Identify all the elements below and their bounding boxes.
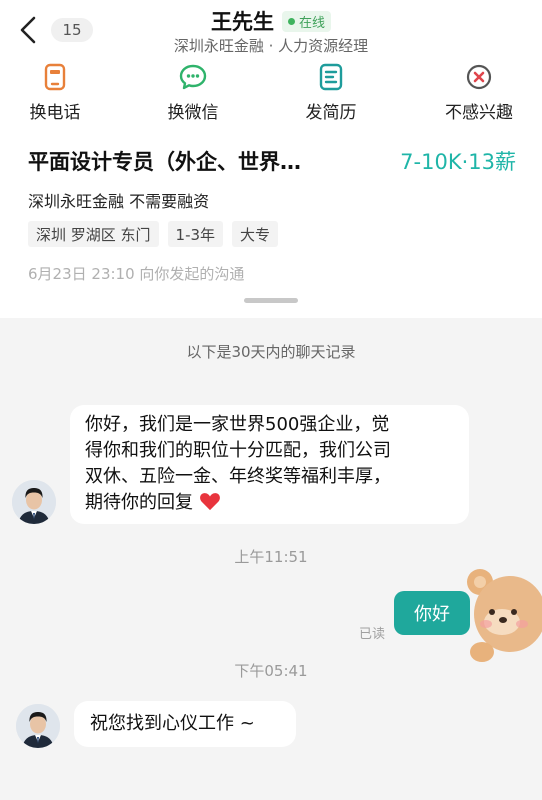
- person-avatar-icon: [12, 480, 56, 524]
- not-interested-label: 不感兴趣: [445, 103, 513, 123]
- experience-tag: 1-3年: [167, 221, 224, 247]
- message-bubble-self[interactable]: 你好: [394, 591, 470, 635]
- message-line-text: 期待你的回复: [85, 492, 193, 513]
- teddy-bear-avatar-icon: [467, 569, 542, 662]
- recruiter-avatar[interactable]: [16, 704, 60, 748]
- send-resume-label: 发简历: [305, 103, 357, 123]
- online-status: 在线: [281, 10, 331, 32]
- exchange-wechat-label: 换微信: [167, 103, 219, 123]
- user-avatar[interactable]: [462, 566, 542, 666]
- chat-header: 15 王先生 在线 深圳永旺金融 · 人力资源经理: [0, 0, 542, 58]
- contact-name-row: 王先生 在线: [0, 6, 542, 36]
- message-bubble-recruiter-1[interactable]: 你好，我们是一家世界500强企业，觉 得你和我们的职位十分匹配，我们公司 双休、…: [70, 405, 469, 524]
- contact-subtitle: 深圳永旺金融 · 人力资源经理: [173, 37, 369, 55]
- job-card: 15 王先生 在线 深圳永旺金融 · 人力资源经理 换电话 换微信 发简历 不感…: [0, 0, 542, 318]
- contact-name: 王先生: [210, 10, 274, 34]
- timestamp: 下午05:41: [234, 662, 308, 680]
- recruiter-avatar[interactable]: [12, 480, 56, 524]
- company-line: 深圳永旺金融 不需要融资: [28, 192, 210, 211]
- conversation-initiated-note: 6月23日 23:10 向你发起的沟通: [28, 265, 245, 283]
- location-tag: 深圳 罗湖区 东门: [28, 221, 159, 247]
- timestamp: 上午11:51: [234, 548, 308, 566]
- job-title[interactable]: 平面设计专员（外企、世界…: [28, 146, 358, 176]
- wechat-icon: [179, 64, 207, 90]
- phone-card-icon: [44, 63, 66, 91]
- message-bubble-recruiter-2[interactable]: 祝您找到心仪工作 ~: [74, 701, 296, 747]
- message-line: 期待你的回复: [85, 490, 469, 516]
- history-note: 以下是30天内的聊天记录: [186, 343, 356, 361]
- message-line: 双休、五险一金、年终奖等福利丰厚，: [85, 466, 391, 487]
- exchange-phone-label: 换电话: [29, 103, 81, 123]
- read-receipt: 已读: [359, 627, 386, 642]
- online-status-text: 在线: [298, 15, 325, 31]
- message-line: 你好，我们是一家世界500强企业，觉: [85, 414, 390, 435]
- person-avatar-icon: [16, 704, 60, 748]
- drag-handle[interactable]: [244, 298, 298, 303]
- message-line: 得你和我们的职位十分匹配，我们公司: [85, 440, 391, 461]
- not-interested-icon: [466, 64, 492, 90]
- job-salary: 7-10K·13薪: [400, 150, 516, 174]
- red-heart-icon: [199, 493, 220, 511]
- not-interested-button[interactable]: 不感兴趣: [424, 62, 534, 123]
- exchange-wechat-button[interactable]: 换微信: [138, 62, 248, 123]
- resume-icon: [319, 63, 343, 91]
- education-tag: 大专: [232, 221, 279, 247]
- online-dot: [287, 17, 295, 25]
- exchange-phone-button[interactable]: 换电话: [0, 62, 110, 123]
- send-resume-button[interactable]: 发简历: [276, 62, 386, 123]
- action-bar: 换电话 换微信 发简历 不感兴趣: [0, 62, 542, 126]
- job-tags: 深圳 罗湖区 东门 1-3年 大专: [28, 221, 279, 247]
